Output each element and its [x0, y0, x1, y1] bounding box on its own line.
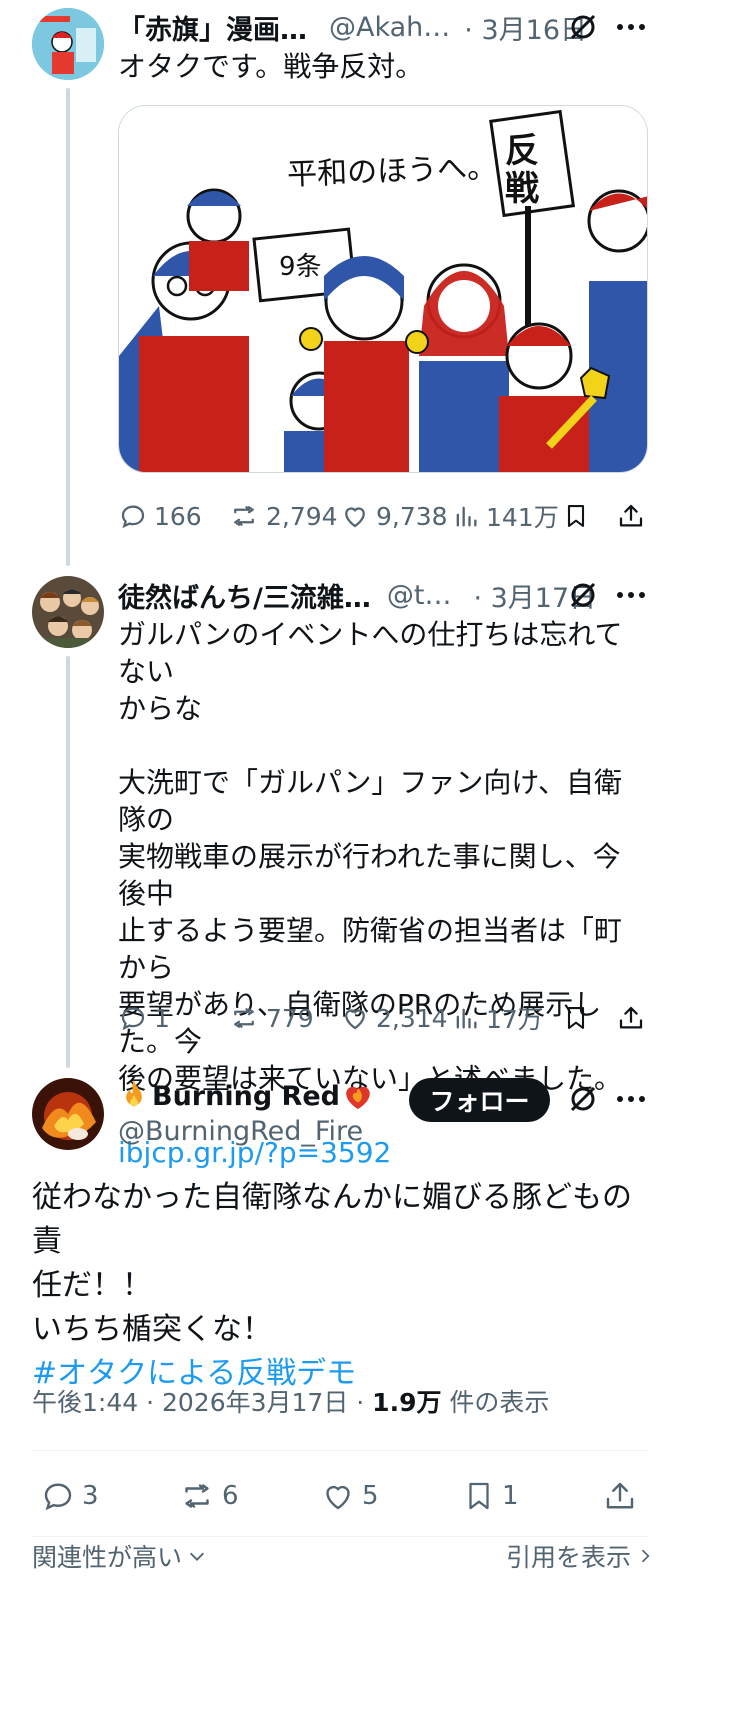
text-line: 任だ！！: [32, 1268, 152, 1303]
like-button[interactable]: 9,738: [340, 501, 448, 531]
views-count: 17万: [486, 1005, 543, 1034]
display-name[interactable]: 「赤旗」漫画…: [118, 8, 307, 47]
author-name-row: Burning Red: [118, 1078, 374, 1114]
bookmark-button[interactable]: [562, 501, 590, 531]
share-icon: [606, 1482, 634, 1509]
divider: [32, 1450, 648, 1451]
repost-count: 779: [266, 1003, 314, 1033]
repost-icon: [234, 506, 254, 526]
reply-icon: [121, 505, 145, 529]
repost-icon: [185, 1484, 209, 1508]
grok-icon[interactable]: [566, 578, 600, 612]
avatar[interactable]: [32, 1078, 104, 1150]
chevron-right-icon: [641, 1549, 650, 1563]
tweet-image[interactable]: 平和のほうへ。 反戦 9条: [118, 105, 648, 473]
views-count: 141万: [486, 503, 559, 532]
more-icon[interactable]: [614, 1082, 648, 1116]
share-button[interactable]: [602, 1478, 638, 1514]
reply-count: 166: [154, 501, 202, 531]
grok-icon[interactable]: [566, 1082, 600, 1116]
reply-button[interactable]: 1: [118, 1003, 170, 1033]
tweet-meta: 午後1:44 · 2026年3月17日 · 1.9万 件の表示: [32, 1384, 549, 1418]
repost-button[interactable]: 6: [178, 1478, 239, 1514]
tweet-actions: 1 779 2,314 17万: [118, 998, 648, 1038]
like-count: 5: [362, 1481, 379, 1511]
sort-label: 関連性が高い: [32, 1543, 183, 1572]
sort-replies-dropdown[interactable]: 関連性が高い: [32, 1540, 208, 1572]
views-icon: [456, 506, 477, 527]
more-icon[interactable]: [614, 10, 648, 44]
reply-count: 1: [154, 1003, 170, 1033]
text-line: 実物戦車の展示が行われた事に関し、今後中: [118, 840, 621, 910]
timestamp[interactable]: 午後1:44 · 2026年3月17日 ·: [32, 1383, 372, 1419]
text-line: [118, 727, 648, 764]
share-button[interactable]: [616, 1003, 646, 1033]
handle[interactable]: @Akah…: [329, 12, 450, 43]
reply-button[interactable]: 3: [40, 1478, 99, 1514]
follow-button[interactable]: フォロー: [409, 1078, 550, 1122]
chevron-down-icon: [189, 1552, 205, 1561]
reply-icon: [44, 1483, 72, 1511]
reply-icon: [121, 1007, 145, 1031]
avatar[interactable]: [32, 8, 104, 80]
tweet-text: オタクです。戦争反対。: [118, 50, 424, 83]
heart-icon: [326, 1485, 350, 1510]
tweet-actions: 166 2,794 9,738 141万: [118, 496, 648, 536]
reply-button[interactable]: 166: [118, 501, 202, 531]
display-name[interactable]: 徒然ばんち/三流雑…: [118, 576, 371, 615]
more-icon[interactable]: [614, 578, 648, 612]
quotes-label: 引用を表示: [506, 1543, 632, 1572]
heart-icon: [345, 1009, 365, 1030]
share-icon: [619, 1006, 643, 1029]
share-icon: [619, 504, 643, 527]
display-name[interactable]: Burning Red: [152, 1081, 340, 1112]
views-button[interactable]: 17万: [452, 1000, 543, 1036]
bookmark-count: 1: [502, 1481, 519, 1511]
repost-button[interactable]: 2,794: [228, 501, 338, 531]
handle[interactable]: @BurningRed_Fire: [118, 1116, 363, 1147]
text-line: からな: [118, 692, 203, 725]
heart-icon: [345, 507, 365, 528]
bookmark-button[interactable]: [562, 1003, 590, 1033]
image-caption: 平和のほうへ。: [286, 150, 498, 193]
tweet-header: 徒然ばんち/三流雑… @t… · 3月17日: [118, 576, 596, 615]
text-line: 止するよう要望。防衛省の担当者は「町から: [118, 914, 623, 984]
like-button[interactable]: 2,314: [340, 1003, 448, 1033]
view-label: 件の表示: [441, 1388, 550, 1417]
thread-line: [66, 88, 70, 566]
grok-icon[interactable]: [566, 10, 600, 44]
view-quotes-link[interactable]: 引用を表示: [506, 1540, 655, 1572]
bookmark-icon: [567, 1007, 585, 1029]
bookmark-icon: [469, 1482, 489, 1510]
text-line: 従わなかった自衛隊なんかに媚びる豚どもの責: [32, 1180, 632, 1259]
avatar[interactable]: [32, 576, 104, 648]
bookmark-button[interactable]: 1: [462, 1478, 519, 1514]
bookmark-icon: [567, 505, 585, 527]
like-button[interactable]: 5: [320, 1478, 379, 1514]
views-icon: [456, 1008, 477, 1029]
fire-heart-emoji-icon: [346, 1086, 370, 1110]
text-line: 大洗町で「ガルパン」ファン向け、自衛隊の: [118, 766, 623, 836]
like-count: 9,738: [376, 501, 448, 531]
repost-button[interactable]: 779: [228, 1003, 314, 1033]
main-tweet-actions: 3 6 5 1: [32, 1474, 648, 1518]
like-count: 2,314: [376, 1003, 448, 1033]
repost-count: 6: [222, 1481, 239, 1511]
image-sign-right: 反戦: [505, 131, 539, 209]
divider: [32, 1536, 648, 1537]
views-button[interactable]: 141万: [452, 498, 559, 534]
image-sign-left: 9条: [279, 252, 322, 282]
thread-line: [66, 656, 70, 1068]
repost-icon: [234, 1008, 254, 1028]
fire-emoji-icon: [126, 1080, 142, 1107]
view-count: 1.9万: [372, 1388, 442, 1417]
main-tweet-text: 従わなかった自衛隊なんかに媚びる豚どもの責 任だ！！ いちち楯突くな！ #オタク…: [32, 1176, 652, 1396]
reply-count: 3: [82, 1481, 99, 1511]
handle[interactable]: @t…: [387, 580, 452, 611]
text-line: いちち楯突くな！: [32, 1312, 272, 1347]
repost-count: 2,794: [266, 501, 338, 531]
tweet-header: 「赤旗」漫画… @Akah… · 3月16日: [118, 8, 587, 47]
share-button[interactable]: [616, 501, 646, 531]
text-line: ガルパンのイベントへの仕打ちは忘れてない: [118, 618, 623, 688]
